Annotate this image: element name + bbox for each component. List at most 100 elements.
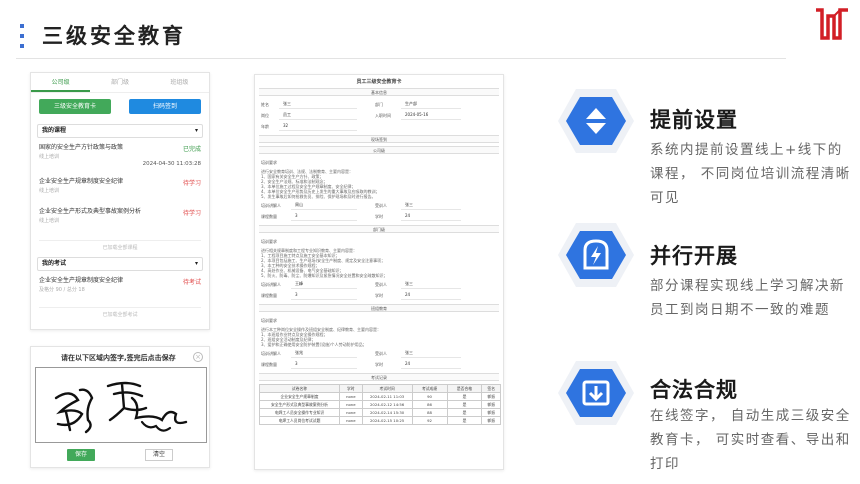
table-cell: 2024-02-11 11:03 <box>361 392 413 401</box>
save-button[interactable]: 保存 <box>67 449 95 461</box>
table-cell: 企业安全生产规章制度 <box>259 392 340 401</box>
section-basic-info: 基本信息 <box>259 88 499 96</box>
table-cell: 是 <box>446 408 483 417</box>
field-label: 培训要求 <box>261 238 277 244</box>
section-company-level: 公司级 <box>259 146 499 154</box>
field-label: 受训人 <box>375 350 387 356</box>
course-time: 2024-04-30 11:03:28 <box>142 161 201 167</box>
field-label: 部门 <box>375 101 383 107</box>
scan-checkin-button[interactable]: 扫码签到 <box>129 99 201 114</box>
field-value: 王峰 <box>291 281 357 289</box>
feature-description: 在线签字， 自动生成三级安全教育卡， 可实时查看、导出和打印 <box>650 408 851 472</box>
list-item[interactable]: 企业安全生产形式及典型事故案例分析 线上培训 待学习 <box>31 206 209 236</box>
table-row: 电焊工人员岗位考试试题 none 2024-02-15 10:25 92 是郭振 <box>259 416 501 425</box>
table-cell: none <box>339 416 363 425</box>
table-cell: 是 <box>446 416 483 425</box>
section-team-level: 班组教育 <box>259 304 499 312</box>
chevron-down-icon: ▾ <box>194 127 198 134</box>
expand-collapse-icon <box>558 89 634 153</box>
table-cell: 86 <box>411 400 448 409</box>
courses-loaded-note: 已加载全部课程 <box>39 240 201 251</box>
my-courses-dropdown[interactable]: 我的课程 ▾ <box>37 124 203 138</box>
column-header: 考试成绩 <box>411 384 448 393</box>
field-label: 受训人 <box>375 202 387 208</box>
course-status: 待学习 <box>182 180 201 187</box>
close-icon[interactable]: × <box>193 352 203 362</box>
table-cell: none <box>339 392 363 401</box>
table-cell: 2024-02-12 14:56 <box>361 400 413 409</box>
signature-canvas[interactable] <box>35 367 207 443</box>
form-row: 培训要求 <box>255 236 503 247</box>
field-label: 培训要求 <box>261 317 277 323</box>
table-cell: none <box>339 408 363 417</box>
level-tabs: 公司级 部门级 班组级 <box>31 73 209 93</box>
download-box-icon <box>558 361 634 425</box>
table-cell: 2024-02-15 10:25 <box>361 416 413 425</box>
field-label: 课程数量 <box>261 213 277 219</box>
field-value: 3 <box>291 361 357 369</box>
tab-company[interactable]: 公司级 <box>31 73 91 92</box>
tab-department[interactable]: 部门级 <box>90 73 149 92</box>
feature-description: 系统内提前设置线上+线下的课程， 不同岗位培训流程清晰可见 <box>650 142 851 206</box>
my-exams-dropdown[interactable]: 我的考试 ▾ <box>37 257 203 271</box>
table-cell: 90 <box>411 392 448 401</box>
column-header: 考试时间 <box>361 384 413 393</box>
document-title: 员工三级安全教育卡 <box>356 79 402 85</box>
course-type: 线上培训 <box>39 218 60 224</box>
list-item[interactable]: 企业安全生产规章制度安全纪律 线上培训 待学习 <box>31 176 209 206</box>
field-label: 课程数量 <box>261 361 277 367</box>
clear-button[interactable]: 清空 <box>145 449 173 461</box>
list-item[interactable]: 企业安全生产规章制度安全纪律 及格分 90 / 总分 18 待考试 <box>31 275 209 303</box>
table-cell: 是 <box>446 392 483 401</box>
field-value: 张三 <box>401 281 461 289</box>
field-label: 岗位 <box>261 112 269 118</box>
section-checkin: 现场签到 <box>259 135 499 143</box>
field-value: 周山 <box>291 202 357 210</box>
field-value: 张三 <box>401 202 461 210</box>
field-label: 培训讲解人 <box>261 350 281 356</box>
signature-panel: 请在以下区域内签字,签完后点击保存 × 保存 清空 <box>30 346 210 468</box>
field-value: 24 <box>401 361 461 369</box>
text-line: 3、爱护和正确使用安全防护装置(设施)个人劳动防护用品； <box>261 342 367 347</box>
exam-record-table: 试卷名称 学时 考试时间 考试成绩 是否合格 签名 企业安全生产规章制度 none… <box>259 384 501 425</box>
my-courses-label: 我的课程 <box>42 127 67 134</box>
form-row: 培训讲解人 周山 受训人 张三 <box>255 200 503 211</box>
table-row: 企业安全生产规章制度 none 2024-02-11 11:03 90 是郭振 <box>259 392 501 401</box>
table-row: 电焊工人员安全操作专业知识 none 2024-02-14 15:30 88 是郭振 <box>259 408 501 417</box>
section-department-level: 部门级 <box>259 225 499 233</box>
field-label: 培训要求 <box>261 159 277 165</box>
course-status: 已完成 <box>182 146 201 153</box>
field-label: 受训人 <box>375 281 387 287</box>
section-exam-record: 考试记录 <box>259 373 499 381</box>
field-label: 培训讲解人 <box>261 202 281 208</box>
course-name: 企业安全生产形式及典型事故案例分析 <box>39 208 142 215</box>
field-value: 2024-05-16 <box>401 112 461 120</box>
form-row: 课程数量 3 学时 24 <box>255 211 503 222</box>
tab-team[interactable]: 班组级 <box>150 73 209 92</box>
feature-title: 提前设置 <box>650 108 738 132</box>
field-label: 学时 <box>375 213 383 219</box>
form-row: 培训要求 <box>255 315 503 326</box>
course-type: 线上培训 <box>39 154 60 160</box>
table-cell: 郭振 <box>481 400 501 409</box>
column-header: 签名 <box>481 384 501 393</box>
form-row: 姓名 张三 部门 生产部 <box>255 99 503 110</box>
column-header: 是否合格 <box>446 384 483 393</box>
list-item[interactable]: 国家的安全生产方针政策与政策 线上培训 已完成 2024-04-30 11:03… <box>31 142 209 176</box>
table-cell: 郭振 <box>481 392 501 401</box>
handwritten-signature <box>54 381 188 434</box>
table-header-row: 试卷名称 学时 考试时间 考试成绩 是否合格 签名 <box>259 384 501 393</box>
field-value: 24 <box>401 292 461 300</box>
form-row: 培训要求 <box>255 157 503 168</box>
course-name: 企业安全生产规章制度安全纪律 <box>39 178 124 185</box>
form-row: 年龄 32 <box>255 121 503 132</box>
signature-title: 请在以下区域内签字,签完后点击保存 <box>61 354 176 362</box>
form-row: 岗位 员工 入职时间 2024-05-16 <box>255 110 503 121</box>
brand-logo-icon <box>816 8 848 40</box>
requirement-text: 进行安全教育培训、法规、法制教育、主要内容是： 1、国家有关安全生产方针、政策；… <box>255 168 503 200</box>
field-label: 姓名 <box>261 101 269 107</box>
field-value: 生产部 <box>401 101 461 109</box>
safety-card-button[interactable]: 三级安全教育卡 <box>39 99 111 114</box>
table-cell: 2024-02-14 15:30 <box>361 408 413 417</box>
table-cell: 安全生产形式及典型事故案例分析 <box>259 400 340 409</box>
